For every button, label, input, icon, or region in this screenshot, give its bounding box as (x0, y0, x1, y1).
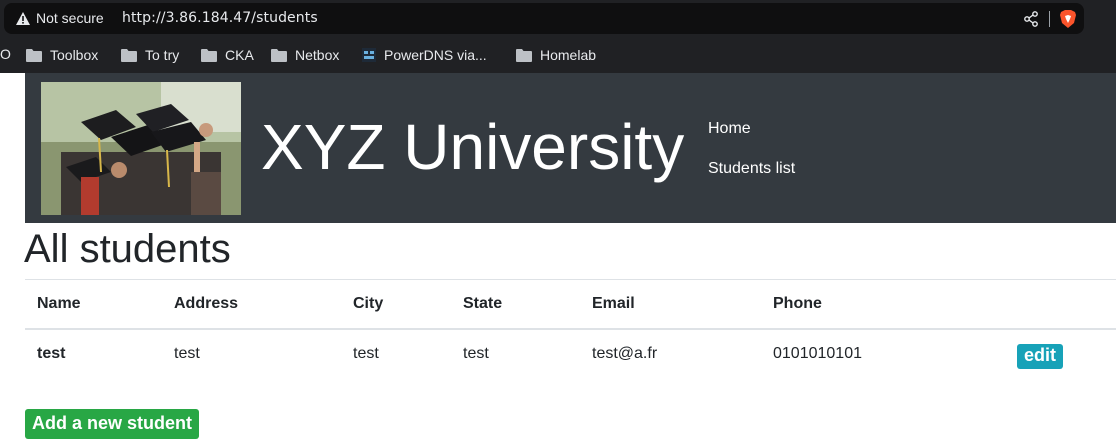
column-header-actions (991, 280, 1116, 329)
bookmark-label: PowerDNS via... (384, 47, 487, 63)
column-header-state: State (463, 294, 503, 312)
page-title: All students (24, 227, 231, 271)
table-row: test test test test test@a.fr 0101010101… (25, 329, 1116, 379)
bookmark-toolbox[interactable]: Toolbox (26, 46, 98, 64)
url-text[interactable]: http://3.86.184.47/students (122, 10, 318, 26)
column-header-city: City (353, 294, 384, 312)
bookmark-label: To try (145, 47, 180, 63)
bookmark-clipped[interactable]: O (0, 46, 11, 62)
bookmark-label: Toolbox (50, 47, 99, 63)
table-header-row: Name Address City State Email Phone (25, 279, 1116, 329)
warning-icon (16, 12, 30, 25)
cell-name: test (37, 345, 66, 362)
address-bar[interactable]: Not secure http://3.86.184.47/students (4, 3, 1084, 34)
students-table-wrapper: Name Address City State Email Phone test… (25, 279, 1116, 379)
folder-icon (26, 48, 42, 62)
nav-students-list-link[interactable]: Students list (708, 160, 795, 178)
brave-shield-icon[interactable] (1059, 9, 1077, 29)
cell-actions: edit (991, 329, 1116, 379)
url-divider (1049, 11, 1050, 27)
graduation-image (41, 82, 241, 215)
column-header-address: Address (174, 294, 239, 312)
cell-email: test@a.fr (592, 345, 658, 362)
site-title: XYZ University (261, 111, 685, 183)
column-header-phone: Phone (773, 294, 822, 312)
bookmark-homelab[interactable]: Homelab (516, 46, 596, 64)
bookmark-label: Homelab (540, 47, 597, 63)
bookmark-cka[interactable]: CKA (201, 46, 254, 64)
browser-toolbar: Not secure http://3.86.184.47/students (0, 0, 1116, 38)
folder-icon (121, 48, 137, 62)
share-icon[interactable] (1023, 11, 1039, 27)
security-status[interactable]: Not secure (36, 10, 104, 26)
site-header: XYZ University Home Students list (25, 73, 1116, 223)
column-header-name: Name (37, 294, 81, 312)
nav-home-link[interactable]: Home (708, 120, 751, 138)
folder-icon (201, 48, 217, 62)
cell-state: test (463, 345, 489, 362)
edit-button[interactable]: edit (1017, 343, 1064, 369)
site-favicon-icon (362, 48, 376, 62)
bookmark-label: CKA (225, 47, 254, 63)
graduation-photo-icon (41, 82, 241, 215)
bookmark-netbox[interactable]: Netbox (271, 46, 339, 64)
bookmarks-bar: O Toolbox To try CKA Netbox PowerDNS via… (0, 38, 1116, 73)
bookmark-label: Netbox (295, 47, 340, 63)
folder-icon (271, 48, 287, 62)
students-table: Name Address City State Email Phone test… (25, 279, 1116, 379)
column-header-email: Email (592, 294, 635, 312)
cell-phone: 0101010101 (773, 345, 862, 362)
bookmark-to-try[interactable]: To try (121, 46, 179, 64)
cell-city: test (353, 345, 379, 362)
cell-address: test (174, 345, 200, 362)
folder-icon (516, 48, 532, 62)
bookmark-powerdns[interactable]: PowerDNS via... (362, 46, 487, 64)
